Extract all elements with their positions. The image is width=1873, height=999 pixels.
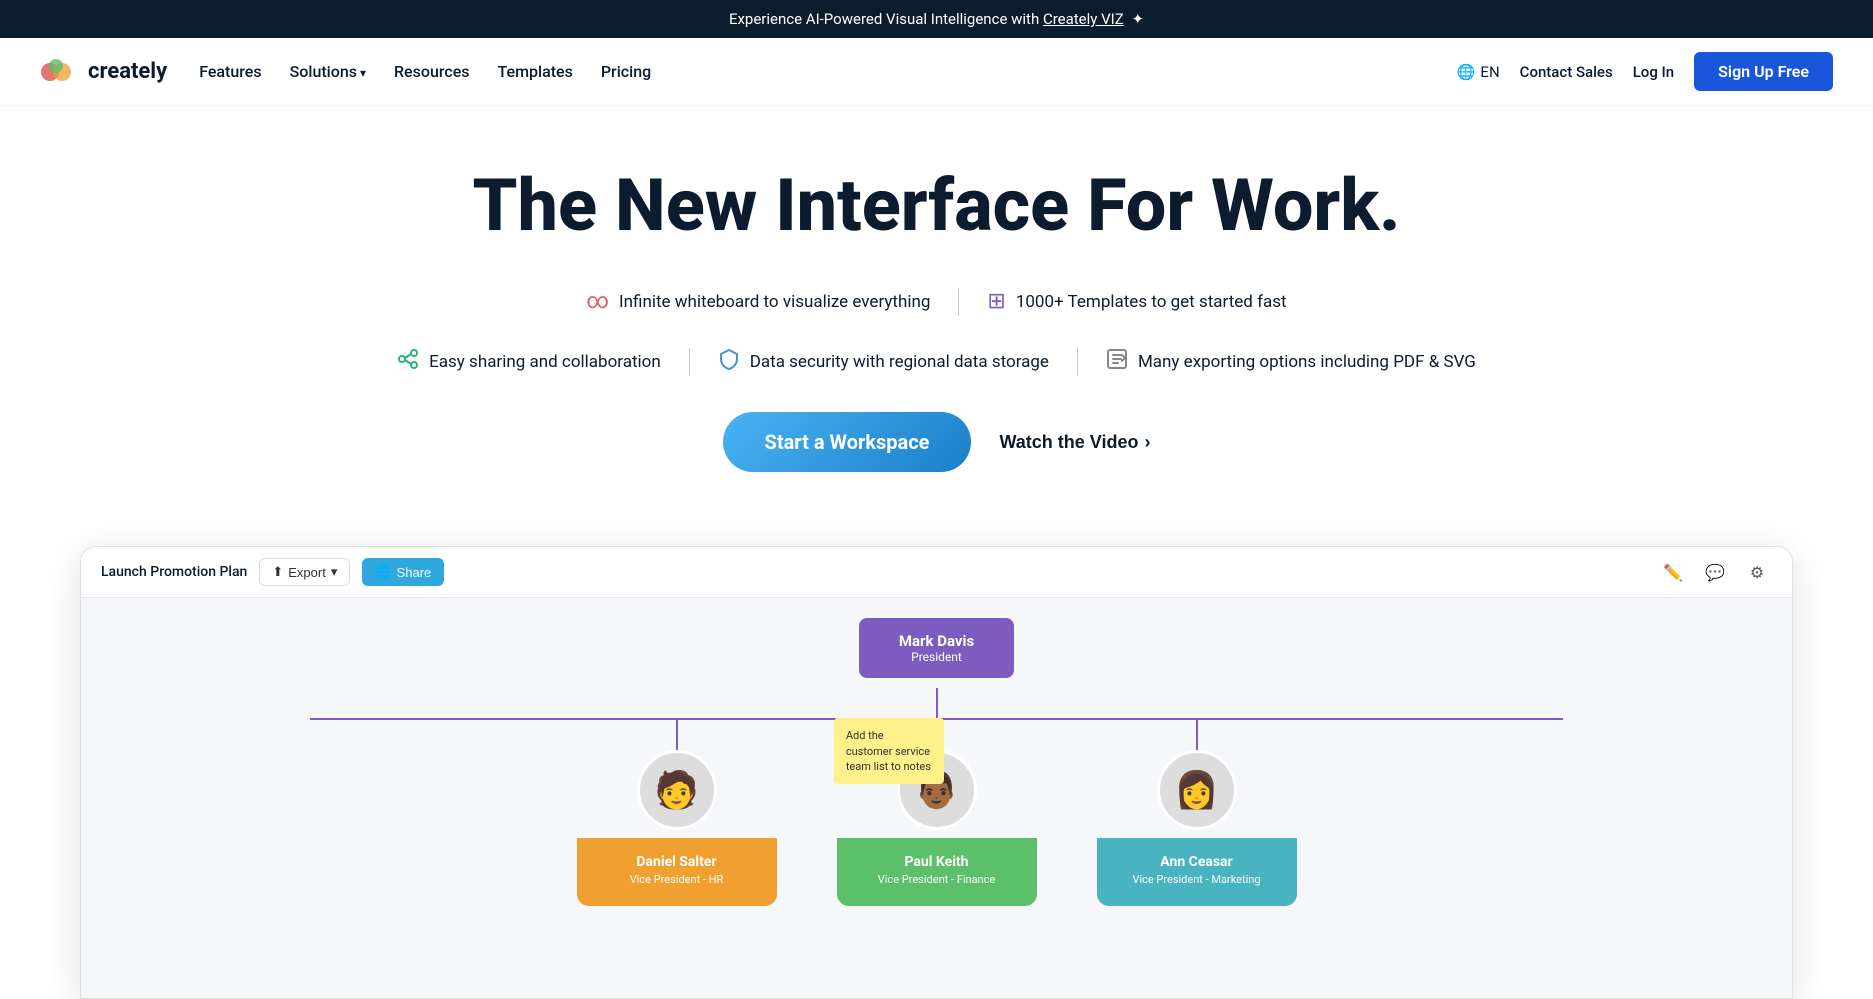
templates-icon: ⊞ [987, 289, 1005, 314]
logo-text: creately [88, 59, 167, 84]
banner-text: Experience AI-Powered Visual Intelligenc… [729, 10, 1039, 28]
start-workspace-button[interactable]: Start a Workspace [723, 412, 972, 472]
org-connector-3 [1196, 720, 1198, 750]
person-role-ann: Vice President - Marketing [1109, 873, 1285, 886]
watch-video-button[interactable]: Watch the Video › [999, 432, 1150, 453]
comment-icon-btn[interactable]: 💬 [1700, 557, 1730, 587]
features-row-1: ∞ Infinite whiteboard to visualize every… [20, 281, 1853, 322]
logo-icon [40, 58, 80, 86]
feature-templates: ⊞ 1000+ Templates to get started fast [959, 281, 1314, 322]
nav-left: creately Features Solutions Resources Te… [40, 58, 651, 86]
hero-section: The New Interface For Work. ∞ Infinite w… [0, 106, 1873, 546]
sticky-note: Add the customer service team list to no… [834, 718, 944, 784]
contact-sales-link[interactable]: Contact Sales [1520, 63, 1613, 81]
cta-row: Start a Workspace Watch the Video › [20, 412, 1853, 472]
org-child-1: 🧑 Daniel Salter Vice President - HR [577, 720, 777, 906]
feature-sharing: Easy sharing and collaboration [369, 340, 689, 384]
nav-solutions[interactable]: Solutions [290, 62, 366, 81]
org-connector-top [936, 688, 938, 718]
watch-video-label: Watch the Video [999, 432, 1138, 453]
nav-right: 🌐 EN Contact Sales Log In Sign Up Free [1457, 52, 1833, 91]
org-connector-1 [676, 720, 678, 750]
org-top-role: President [899, 650, 974, 664]
nav-templates[interactable]: Templates [498, 62, 573, 81]
workspace-toolbar: Launch Promotion Plan ⬆ Export ▾ 🌐 Share… [81, 547, 1792, 598]
nav-pricing[interactable]: Pricing [601, 62, 651, 81]
org-chart-area: Mark Davis President 🧑 Daniel Salter [81, 598, 1792, 998]
org-top-node: Mark Davis President [859, 618, 1014, 678]
feature-whiteboard: ∞ Infinite whiteboard to visualize every… [558, 281, 958, 322]
chevron-right-icon: › [1144, 432, 1150, 453]
banner-link[interactable]: Creately VIZ [1043, 10, 1124, 28]
workspace-preview: Launch Promotion Plan ⬆ Export ▾ 🌐 Share… [80, 546, 1793, 999]
feature-security-text: Data security with regional data storage [750, 352, 1049, 372]
feature-whiteboard-text: Infinite whiteboard to visualize everyth… [619, 292, 930, 312]
nav-features[interactable]: Features [199, 62, 261, 81]
export-icon [1106, 348, 1128, 376]
avatar-ann: 👩 [1157, 750, 1237, 830]
feature-sharing-text: Easy sharing and collaboration [429, 352, 661, 372]
workspace-title: Launch Promotion Plan [101, 564, 247, 580]
person-role-paul: Vice President - Finance [849, 873, 1025, 886]
login-link[interactable]: Log In [1633, 63, 1674, 81]
settings-icon-btn[interactable]: ⚙ [1742, 557, 1772, 587]
person-name-paul: Paul Keith [849, 854, 1025, 870]
org-child-3: 👩 Ann Ceasar Vice President - Marketing [1097, 720, 1297, 906]
main-nav: creately Features Solutions Resources Te… [0, 38, 1873, 106]
security-icon [718, 348, 740, 376]
share-button[interactable]: 🌐 Share [362, 558, 444, 586]
feature-templates-text: 1000+ Templates to get started fast [1016, 292, 1287, 312]
card-body-ann: Ann Ceasar Vice President - Marketing [1097, 838, 1297, 906]
share-icon: 🌐 [375, 564, 391, 580]
feature-export: Many exporting options including PDF & S… [1078, 340, 1504, 384]
card-body-paul: Paul Keith Vice President - Finance [837, 838, 1037, 906]
feature-export-text: Many exporting options including PDF & S… [1138, 352, 1476, 372]
card-body-daniel: Daniel Salter Vice President - HR [577, 838, 777, 906]
person-card-ann: 👩 Ann Ceasar Vice President - Marketing [1097, 750, 1297, 906]
person-role-daniel: Vice President - HR [589, 873, 765, 886]
infinite-icon: ∞ [586, 289, 609, 314]
sharing-icon [397, 348, 419, 376]
sparkle-icon: ✦ [1131, 10, 1144, 28]
hero-headline: The New Interface For Work. [387, 166, 1487, 245]
toolbar-right-actions: ✏️ 💬 ⚙ [1658, 557, 1772, 587]
globe-icon: 🌐 [1457, 63, 1476, 81]
avatar-daniel: 🧑 [637, 750, 717, 830]
nav-links: Features Solutions Resources Templates P… [199, 62, 651, 81]
top-banner: Experience AI-Powered Visual Intelligenc… [0, 0, 1873, 38]
feature-security: Data security with regional data storage [690, 340, 1077, 384]
edit-icon-btn[interactable]: ✏️ [1658, 557, 1688, 587]
export-button[interactable]: ⬆ Export ▾ [259, 558, 350, 586]
signup-button[interactable]: Sign Up Free [1694, 52, 1833, 91]
features-row-2: Easy sharing and collaboration Data secu… [20, 340, 1853, 384]
nav-resources[interactable]: Resources [394, 62, 470, 81]
person-name-daniel: Daniel Salter [589, 854, 765, 870]
export-icon-btn: ⬆ [272, 564, 283, 580]
person-card-daniel: 🧑 Daniel Salter Vice President - HR [577, 750, 777, 906]
language-selector[interactable]: 🌐 EN [1457, 63, 1500, 81]
person-name-ann: Ann Ceasar [1109, 854, 1285, 870]
org-top-name: Mark Davis [899, 632, 974, 650]
logo[interactable]: creately [40, 58, 167, 86]
